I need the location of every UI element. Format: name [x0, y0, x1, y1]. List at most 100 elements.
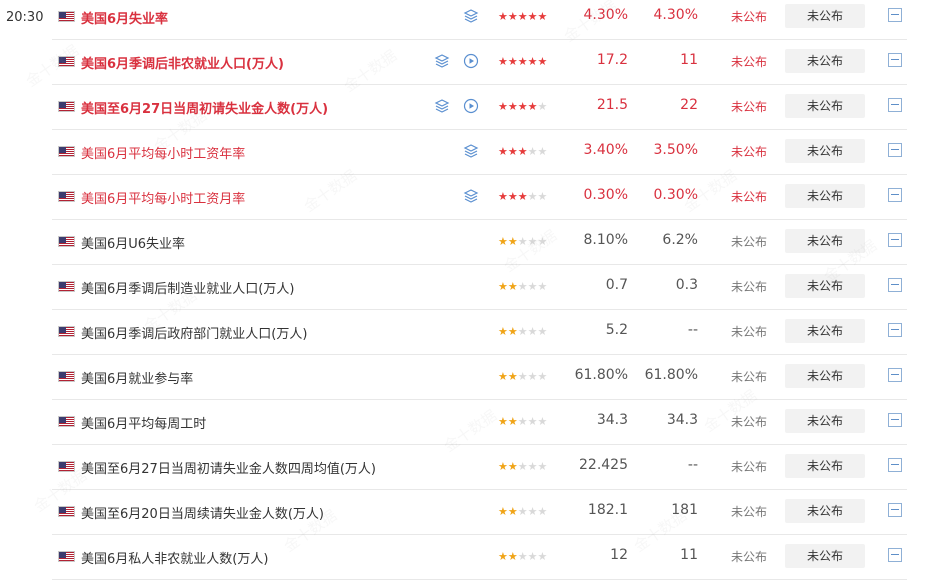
indicator-name[interactable]: 美国6月平均每小时工资年率 [81, 143, 245, 162]
impact-button[interactable]: 未公布 [785, 364, 865, 388]
collapse-toggle-icon[interactable] [888, 53, 902, 67]
impact-button[interactable]: 未公布 [785, 499, 865, 523]
collapse-toggle-icon[interactable] [888, 98, 902, 112]
impact-button[interactable]: 未公布 [785, 274, 865, 298]
star-icon: ★ [517, 415, 528, 428]
us-flag-icon [58, 461, 75, 472]
indicator-name[interactable]: 美国6月失业率 [81, 8, 168, 27]
importance-stars: ★★★★★ [498, 55, 547, 68]
collapse-toggle-icon[interactable] [888, 368, 902, 382]
forecast-value: 4.30% [653, 7, 698, 23]
indicator-name[interactable]: 美国6月U6失业率 [81, 233, 185, 252]
layers-icon[interactable] [463, 143, 479, 159]
collapse-toggle-icon[interactable] [888, 188, 902, 202]
impact-button[interactable]: 未公布 [785, 319, 865, 343]
table-row: 美国6月季调后政府部门就业人口(万人) ★★★★★ 5.2 -- 未公布 未公布 [52, 311, 907, 355]
previous-value: 3.40% [583, 142, 628, 158]
previous-value: 17.2 [596, 52, 628, 68]
star-icon: ★ [537, 325, 548, 338]
star-icon: ★ [507, 415, 518, 428]
actual-status: 未公布 [731, 550, 768, 564]
collapse-toggle-icon[interactable] [888, 458, 902, 472]
importance-stars: ★★★★★ [498, 235, 547, 248]
indicator-name[interactable]: 美国至6月20日当周续请失业金人数(万人) [81, 503, 324, 522]
indicator-name[interactable]: 美国6月季调后非农就业人口(万人) [81, 53, 284, 72]
impact-button[interactable]: 未公布 [785, 94, 865, 118]
star-icon: ★ [527, 505, 538, 518]
indicator-name[interactable]: 美国6月平均每周工时 [81, 413, 206, 432]
impact-button[interactable]: 未公布 [785, 229, 865, 253]
star-icon: ★ [517, 370, 528, 383]
us-flag-icon [58, 146, 75, 157]
star-icon: ★ [527, 55, 538, 68]
collapse-toggle-icon[interactable] [888, 143, 902, 157]
table-row: 美国6月平均每周工时 ★★★★★ 34.3 34.3 未公布 未公布 [52, 401, 907, 445]
star-icon: ★ [527, 190, 538, 203]
star-icon: ★ [537, 460, 548, 473]
layers-icon[interactable] [463, 8, 479, 24]
impact-button[interactable]: 未公布 [785, 49, 865, 73]
impact-button[interactable]: 未公布 [785, 184, 865, 208]
actual-status: 未公布 [731, 370, 768, 384]
actual-status: 未公布 [731, 505, 768, 519]
impact-button[interactable]: 未公布 [785, 454, 865, 478]
indicator-name[interactable]: 美国6月就业参与率 [81, 368, 193, 387]
indicator-name[interactable]: 美国6月季调后制造业就业人口(万人) [81, 278, 294, 297]
collapse-toggle-icon[interactable] [888, 8, 902, 22]
impact-button[interactable]: 未公布 [785, 544, 865, 568]
collapse-toggle-icon[interactable] [888, 278, 902, 292]
table-row: 美国6月私人非农就业人数(万人) ★★★★★ 12 11 未公布 未公布 [52, 536, 907, 580]
forecast-value: 181 [671, 502, 698, 518]
star-icon: ★ [537, 190, 548, 203]
star-icon: ★ [527, 460, 538, 473]
collapse-toggle-icon[interactable] [888, 548, 902, 562]
star-icon: ★ [498, 325, 508, 338]
us-flag-icon [58, 506, 75, 517]
us-flag-icon [58, 191, 75, 202]
indicator-name[interactable]: 美国至6月27日当周初请失业金人数(万人) [81, 98, 328, 117]
impact-button[interactable]: 未公布 [785, 139, 865, 163]
collapse-toggle-icon[interactable] [888, 233, 902, 247]
us-flag-icon [58, 281, 75, 292]
star-icon: ★ [507, 550, 518, 563]
actual-status: 未公布 [731, 100, 768, 114]
layers-icon[interactable] [463, 188, 479, 204]
star-icon: ★ [517, 190, 528, 203]
previous-value: 4.30% [583, 7, 628, 23]
collapse-toggle-icon[interactable] [888, 503, 902, 517]
star-icon: ★ [498, 505, 508, 518]
forecast-value: -- [687, 322, 698, 338]
star-icon: ★ [498, 235, 508, 248]
indicator-name[interactable]: 美国6月平均每小时工资月率 [81, 188, 245, 207]
star-icon: ★ [527, 100, 538, 113]
indicator-name[interactable]: 美国6月私人非农就业人数(万人) [81, 548, 268, 567]
star-icon: ★ [527, 370, 538, 383]
actual-status: 未公布 [731, 55, 768, 69]
forecast-value: 61.80% [644, 367, 698, 383]
us-flag-icon [58, 236, 75, 247]
play-circle-icon[interactable] [463, 53, 479, 69]
previous-value: 21.5 [596, 97, 628, 113]
table-row: 美国6月季调后非农就业人口(万人) ★★★★★ 17.2 11 未公布 未公布 [52, 41, 907, 85]
table-row: 美国6月季调后制造业就业人口(万人) ★★★★★ 0.7 0.3 未公布 未公布 [52, 266, 907, 310]
star-icon: ★ [517, 145, 528, 158]
star-icon: ★ [507, 100, 518, 113]
importance-stars: ★★★★★ [498, 145, 547, 158]
star-icon: ★ [537, 280, 548, 293]
collapse-toggle-icon[interactable] [888, 413, 902, 427]
star-icon: ★ [517, 505, 528, 518]
previous-value: 34.3 [596, 412, 628, 428]
impact-button[interactable]: 未公布 [785, 4, 865, 28]
star-icon: ★ [507, 460, 518, 473]
impact-button[interactable]: 未公布 [785, 409, 865, 433]
collapse-toggle-icon[interactable] [888, 323, 902, 337]
indicator-name[interactable]: 美国6月季调后政府部门就业人口(万人) [81, 323, 307, 342]
star-icon: ★ [507, 325, 518, 338]
forecast-value: 0.30% [653, 187, 698, 203]
indicator-name[interactable]: 美国至6月27日当周初请失业金人数四周均值(万人) [81, 458, 376, 477]
layers-icon[interactable] [434, 98, 450, 114]
star-icon: ★ [537, 145, 548, 158]
play-circle-icon[interactable] [463, 98, 479, 114]
us-flag-icon [58, 326, 75, 337]
layers-icon[interactable] [434, 53, 450, 69]
